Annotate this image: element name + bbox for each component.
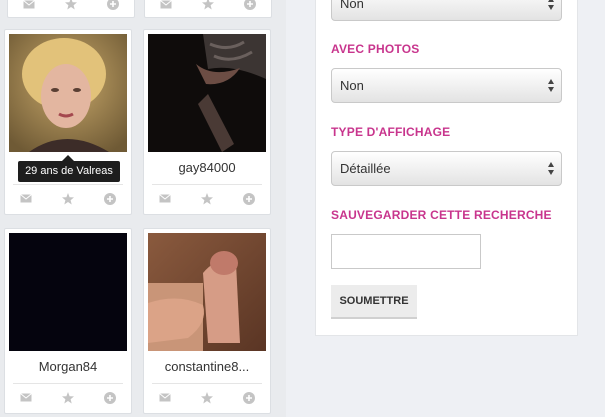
photos-select[interactable]: Non xyxy=(331,68,562,103)
profile-username[interactable]: gay84000 xyxy=(144,160,270,175)
card-actions xyxy=(152,383,262,411)
profile-photo[interactable] xyxy=(9,233,127,351)
select-value: Non xyxy=(340,0,364,11)
select-value: Non xyxy=(340,78,364,93)
plus-circle-icon[interactable] xyxy=(101,389,119,407)
profile-username[interactable]: constantine8... xyxy=(144,359,270,374)
profile-photo[interactable] xyxy=(9,34,127,152)
submit-button[interactable]: SOUMETTRE xyxy=(331,285,417,319)
card-actions xyxy=(16,0,126,18)
star-icon[interactable] xyxy=(59,389,77,407)
star-icon[interactable] xyxy=(198,389,216,407)
profile-photo[interactable] xyxy=(148,34,266,152)
plus-circle-icon[interactable] xyxy=(240,190,258,208)
select-value: Détaillée xyxy=(340,161,391,176)
mail-icon[interactable] xyxy=(17,190,35,208)
card-actions xyxy=(153,0,263,18)
select-arrows-icon xyxy=(548,162,554,175)
profile-card[interactable]: Morgan84 xyxy=(4,228,132,414)
card-actions xyxy=(13,184,123,212)
save-search-input[interactable] xyxy=(331,234,481,269)
star-icon[interactable] xyxy=(62,0,80,13)
mail-icon[interactable] xyxy=(156,190,174,208)
plus-circle-icon[interactable] xyxy=(241,0,259,13)
mail-icon[interactable] xyxy=(17,389,35,407)
card-actions xyxy=(13,383,123,411)
plus-circle-icon[interactable] xyxy=(101,190,119,208)
display-type-label: TYPE D'AFFICHAGE xyxy=(331,125,451,139)
profile-card[interactable]: gay84000 xyxy=(143,29,271,215)
profile-photo[interactable] xyxy=(148,233,266,351)
profile-card-partial xyxy=(7,0,135,18)
profile-tooltip: 29 ans de Valreas xyxy=(18,155,120,182)
mail-icon[interactable] xyxy=(156,389,174,407)
profile-username[interactable]: Morgan84 xyxy=(5,359,131,374)
select-arrows-icon xyxy=(548,0,554,10)
card-actions xyxy=(152,184,262,212)
mail-icon[interactable] xyxy=(20,0,38,13)
display-type-select[interactable]: Détaillée xyxy=(331,151,562,186)
profile-card[interactable]: constantine8... xyxy=(143,228,271,414)
star-icon[interactable] xyxy=(199,0,217,13)
profile-card-partial xyxy=(144,0,272,18)
plus-circle-icon[interactable] xyxy=(104,0,122,13)
star-icon[interactable] xyxy=(59,190,77,208)
profile-card[interactable] xyxy=(4,29,132,215)
select-arrows-icon xyxy=(548,79,554,92)
search-panel: Non AVEC PHOTOS Non TYPE D'AFFICHAGE Dét… xyxy=(315,0,578,336)
star-icon[interactable] xyxy=(198,190,216,208)
plus-circle-icon[interactable] xyxy=(240,389,258,407)
top-select[interactable]: Non xyxy=(331,0,562,21)
photos-label: AVEC PHOTOS xyxy=(331,42,420,56)
save-search-label: SAUVEGARDER CETTE RECHERCHE xyxy=(331,208,552,222)
mail-icon[interactable] xyxy=(157,0,175,13)
